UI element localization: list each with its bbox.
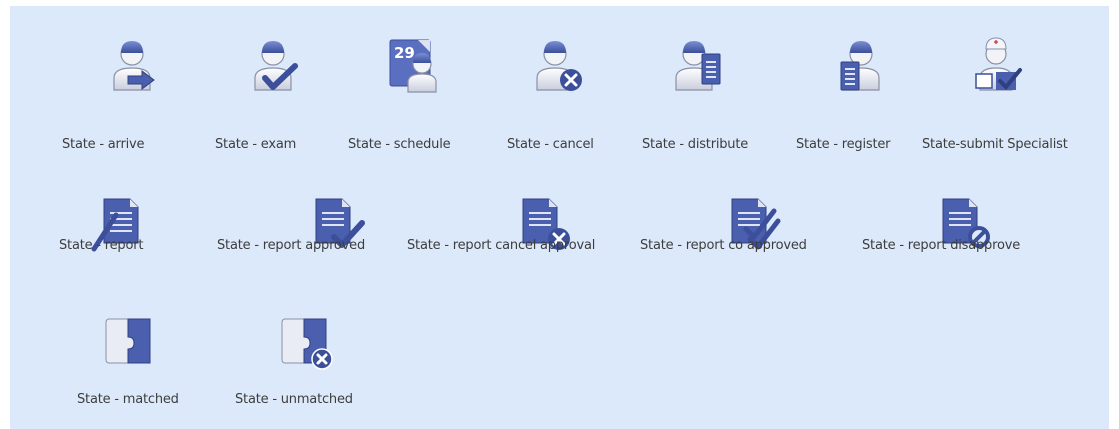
state-arrive-label: State - arrive	[62, 137, 145, 152]
state-unmatched-label: State - unmatched	[235, 392, 353, 407]
state-register-label: State - register	[796, 137, 891, 152]
state-schedule-label: State - schedule	[348, 137, 451, 152]
puzzle-unmatched-icon	[276, 311, 336, 371]
person-distribute-icon	[668, 34, 728, 94]
state-report-approved-label: State - report approved	[217, 238, 366, 253]
state-report-disapprove-label: State - report disapprove	[862, 238, 1021, 253]
icon-legend-panel: State - arrive State - exam 29 State - s…	[10, 6, 1109, 429]
state-exam-label: State - exam	[215, 137, 297, 152]
state-report-co-approved-label: State - report co approved	[640, 238, 807, 253]
state-submit-specialist-label: State-submit Specialist	[922, 137, 1068, 152]
state-report-cancel-approval-label: State - report cancel approval	[407, 238, 596, 253]
state-report-label: State - report	[59, 238, 144, 253]
calendar-day-text: 29	[394, 44, 415, 62]
person-cancel-icon	[527, 34, 587, 94]
person-register-icon	[829, 34, 889, 94]
specialist-submit-icon	[966, 34, 1026, 94]
person-arrive-icon	[102, 34, 162, 94]
state-matched-label: State - matched	[77, 392, 179, 407]
state-distribute-label: State - distribute	[642, 137, 749, 152]
puzzle-matched-icon	[100, 311, 160, 371]
state-cancel-label: State - cancel	[507, 137, 594, 152]
person-exam-icon	[243, 34, 303, 94]
calendar-person-icon: 29	[384, 34, 444, 94]
